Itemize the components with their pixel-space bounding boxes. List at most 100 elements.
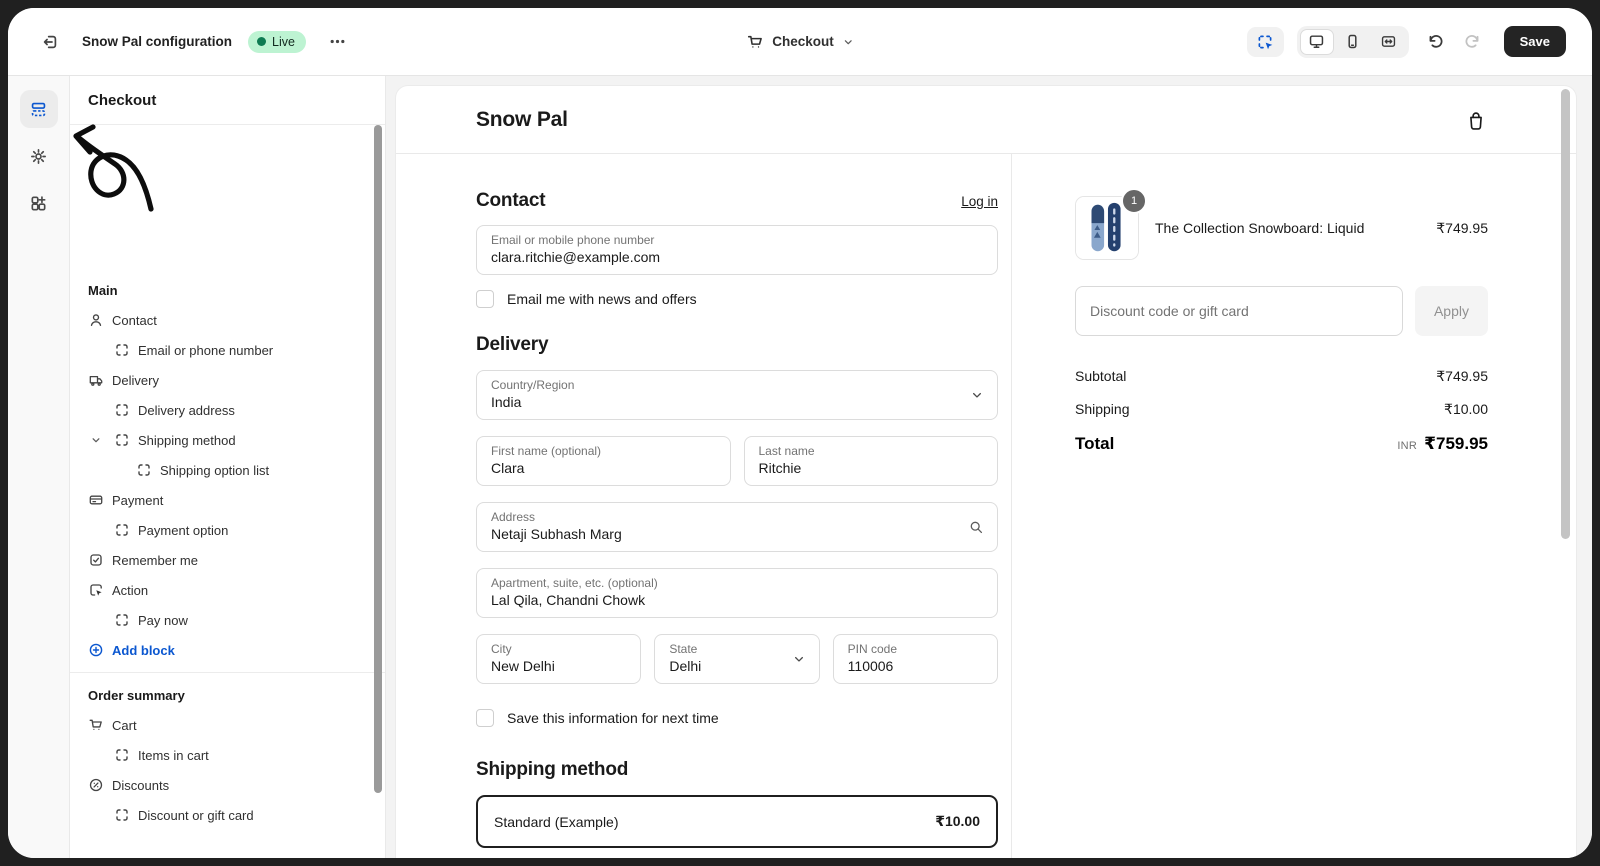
news-offers-checkbox[interactable] — [476, 290, 494, 308]
inspector-toggle-button[interactable] — [1246, 26, 1284, 57]
tree-label: Shipping method — [138, 432, 236, 448]
address-input[interactable] — [491, 525, 983, 544]
save-button[interactable]: Save — [1503, 26, 1566, 57]
preview-area: Snow Pal Contact Log in Email or mobile … — [386, 76, 1592, 858]
add-block-button[interactable]: Add block — [70, 635, 385, 665]
tree-row-discount-or-gift-card[interactable]: Discount or gift card — [70, 800, 385, 830]
block-icon — [116, 344, 128, 356]
more-dots-icon — [331, 39, 345, 44]
product-price: ₹749.95 — [1436, 219, 1488, 236]
tree-label: Payment — [112, 492, 164, 508]
panel-scrollbar[interactable] — [374, 125, 382, 793]
apartment-field[interactable]: Apartment, suite, etc. (optional) — [476, 568, 998, 618]
checkout-form-column: Contact Log in Email or mobile phone num… — [396, 154, 1012, 858]
preview-scrollbar[interactable] — [1561, 89, 1570, 539]
order-summary-column: 1 The Collection Snowboard: Liquid ₹749.… — [1012, 154, 1576, 858]
tree-label: Discounts — [112, 777, 170, 793]
tree-row-email-or-phone[interactable]: Email or phone number — [70, 335, 385, 365]
login-link[interactable]: Log in — [961, 194, 998, 209]
tree-section-header-main: Main — [88, 282, 118, 298]
tree-row-action[interactable]: Action — [70, 575, 385, 605]
tree-label: Payment option — [138, 522, 229, 538]
shipping-option-standard[interactable]: Standard (Example) ₹10.00 — [476, 795, 998, 848]
cart-line-item: 1 The Collection Snowboard: Liquid ₹749.… — [1075, 188, 1488, 260]
block-icon — [116, 524, 128, 536]
tree-row-shipping-method[interactable]: Shipping method — [70, 425, 385, 455]
tree-label: Contact — [112, 312, 157, 328]
tree-label: Remember me — [112, 552, 198, 568]
tree-row-shipping-option-list[interactable]: Shipping option list — [70, 455, 385, 485]
discount-code-input[interactable] — [1075, 286, 1403, 336]
tree-row-contact[interactable]: Contact — [70, 305, 385, 335]
tree-label: Add block — [112, 642, 175, 658]
sections-tab-button[interactable] — [19, 90, 58, 128]
tree-row-payment[interactable]: Payment — [70, 485, 385, 515]
tree-row-items-in-cart[interactable]: Items in cart — [70, 740, 385, 770]
chevron-down-icon[interactable] — [90, 434, 102, 446]
plus-circle-icon — [89, 643, 103, 657]
live-dot-icon — [257, 37, 267, 46]
country-select[interactable]: Country/Region India — [476, 370, 998, 420]
top-bar: Snow Pal configuration Live Checkout Sav… — [8, 8, 1592, 76]
app-window: Snow Pal configuration Live Checkout Sav… — [8, 8, 1592, 858]
shipping-option-price: ₹10.00 — [935, 813, 980, 829]
page-selector-dropdown[interactable]: Checkout — [746, 33, 854, 51]
block-icon — [116, 404, 128, 416]
apps-tab-button[interactable] — [20, 184, 58, 222]
more-options-button[interactable] — [322, 26, 354, 58]
state-select[interactable]: State Delhi — [654, 634, 820, 684]
tree-label: Delivery — [112, 372, 159, 388]
tree-row-cart[interactable]: Cart — [70, 710, 385, 740]
tree-label: Items in cart — [138, 747, 209, 763]
first-name-input[interactable] — [491, 459, 716, 478]
totals-block: Subtotal ₹749.95 Shipping ₹10.00 Total I… — [1075, 360, 1488, 454]
bag-icon[interactable] — [1465, 109, 1487, 131]
mobile-icon — [1348, 34, 1357, 49]
block-icon — [138, 464, 150, 476]
fullwidth-preview-button[interactable] — [1372, 29, 1406, 55]
apartment-input[interactable] — [491, 591, 983, 610]
tree-row-discounts[interactable]: Discounts — [70, 770, 385, 800]
fullwidth-icon — [1381, 36, 1396, 47]
cursor-icon — [90, 584, 102, 596]
last-name-input[interactable] — [758, 459, 983, 478]
tree-row-remember-me[interactable]: Remember me — [70, 545, 385, 575]
last-name-field[interactable]: Last name — [743, 436, 998, 486]
shipping-method-heading: Shipping method — [476, 759, 629, 780]
payment-icon — [89, 495, 103, 505]
truck-icon — [89, 375, 103, 386]
sections-icon — [31, 102, 46, 116]
tree-label: Shipping option list — [160, 462, 270, 478]
redo-button[interactable] — [1461, 26, 1487, 58]
discount-row: Apply — [1075, 286, 1488, 336]
settings-tab-button[interactable] — [20, 137, 58, 175]
subtotal-row: Subtotal ₹749.95 — [1075, 368, 1488, 384]
block-icon — [116, 749, 128, 761]
pin-code-field[interactable]: PIN code — [832, 634, 998, 684]
city-field[interactable]: City — [476, 634, 642, 684]
pin-code-input[interactable] — [847, 657, 983, 676]
tree-row-pay-now[interactable]: Pay now — [70, 605, 385, 635]
first-name-field[interactable]: First name (optional) — [476, 436, 731, 486]
tree-row-payment-option[interactable]: Payment option — [70, 515, 385, 545]
desktop-preview-button[interactable] — [1299, 28, 1334, 55]
exit-button[interactable] — [34, 26, 66, 58]
email-field[interactable]: Email or mobile phone number — [476, 225, 998, 275]
block-icon — [116, 614, 128, 626]
chevron-down-icon — [844, 39, 852, 44]
address-field[interactable]: Address — [476, 502, 998, 552]
tree-row-delivery-address[interactable]: Delivery address — [70, 395, 385, 425]
chevron-down-icon — [794, 656, 803, 662]
tree-label: Delivery address — [138, 402, 235, 418]
delivery-heading: Delivery — [476, 334, 549, 355]
save-info-checkbox[interactable] — [476, 709, 494, 727]
checkout-header: Snow Pal — [396, 86, 1576, 154]
undo-button[interactable] — [1422, 26, 1448, 58]
tree-row-delivery[interactable]: Delivery — [70, 365, 385, 395]
apply-button[interactable]: Apply — [1414, 286, 1488, 336]
inspector-icon — [1258, 35, 1273, 49]
checkout-structure-panel: Checkout Main Contact Email or phone num… — [70, 76, 386, 858]
city-input[interactable] — [491, 657, 627, 676]
mobile-preview-button[interactable] — [1336, 29, 1370, 55]
email-input[interactable] — [491, 248, 983, 267]
